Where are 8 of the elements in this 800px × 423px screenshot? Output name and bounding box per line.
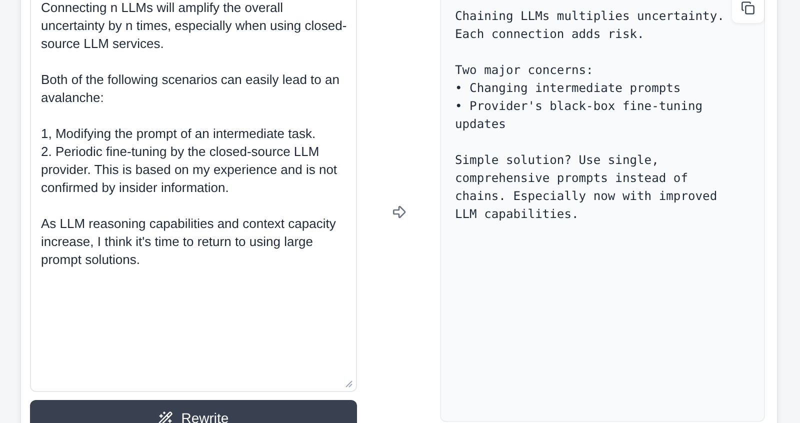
rewrite-button[interactable]: Rewrite [30,400,357,423]
resize-handle-icon[interactable] [345,380,353,388]
wand-icon [158,410,174,423]
copy-icon [741,1,755,15]
copy-button[interactable] [732,0,764,23]
output-text: Chaining LLMs multiplies uncertainty. Each connection adds risk. Two major concerns: • Changing intermediate prompts • Provider's black-box fine-tuning updates Simple solution? Use single, comprehensive prompts instead of chains. Especially now with improved LLM capabilities. [455,8,724,223]
arrow-right-icon [390,204,406,220]
input-field[interactable]: Connecting n LLMs will amplify the overall uncertainty by n times, especially when using closed-source LLM services. Both of the following scenarios can easily lead to an avalanche: 1, Modifying the prompt of an intermediate task. 2. Periodic fine-tuning by the closed-source LLM provider. This is based on my experience and is not confirmed by insider information. As LLM reasoning capabilities and context capacity increase, I think it's time to return to using large prompt solutions. [30,0,357,392]
